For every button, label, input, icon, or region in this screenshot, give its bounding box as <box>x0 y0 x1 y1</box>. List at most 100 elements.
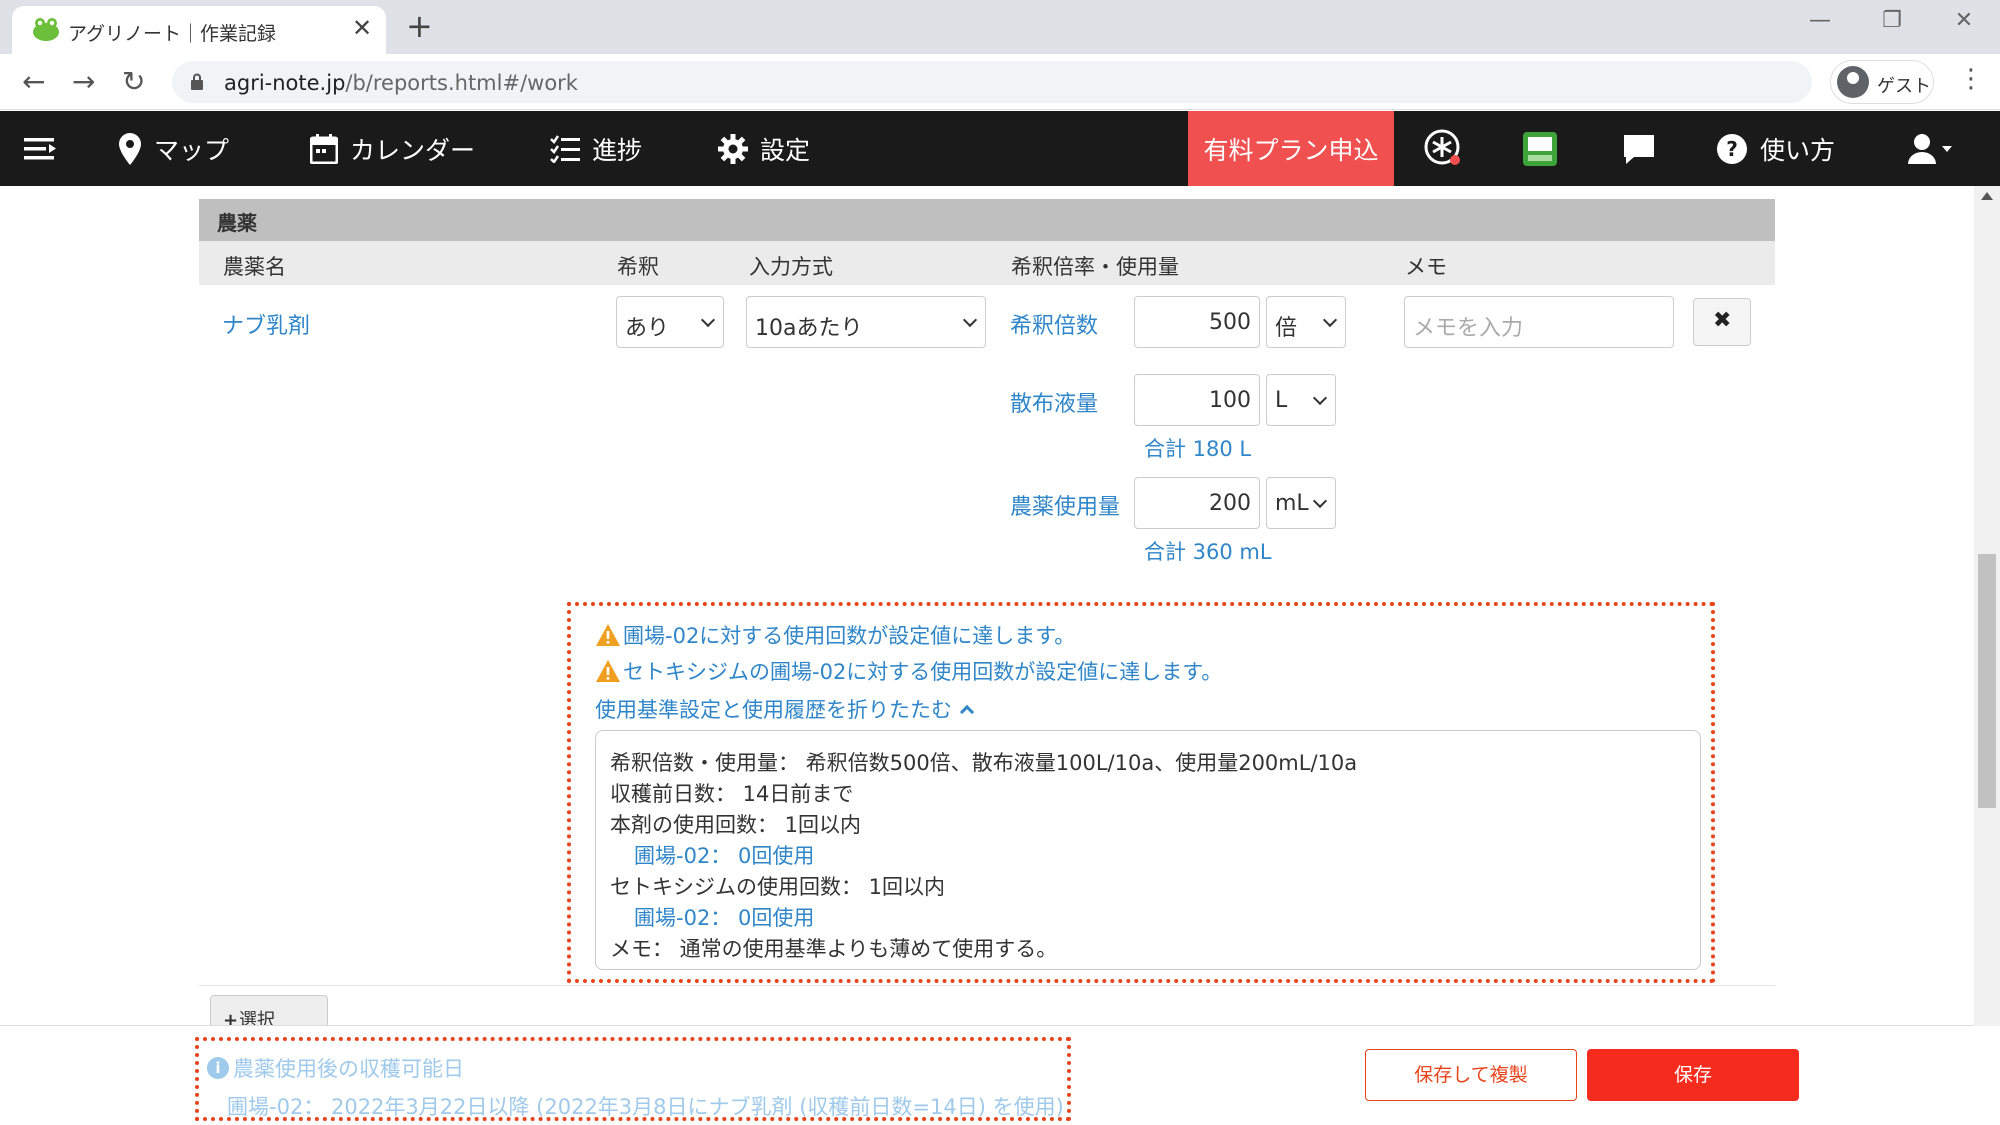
profile-label: ゲスト <box>1877 76 1931 97</box>
warning-icon <box>596 660 620 682</box>
harvest-title: i 農薬使用後の収穫可能日 <box>207 1053 464 1083</box>
tab-title: アグリノート｜作業記録 <box>68 23 277 45</box>
pesticide-amount-input[interactable]: 200 <box>1134 477 1260 529</box>
section-title: 農薬 <box>217 211 257 235</box>
url-text: agri-note.jp/b/reports.html#/work <box>224 71 578 95</box>
browser-tab[interactable]: アグリノート｜作業記録 ✕ <box>12 6 386 54</box>
harvest-date-panel: i 農薬使用後の収穫可能日 圃場-02： 2022年3月22日以降 (2022年… <box>195 1037 1071 1121</box>
add-row-area <box>199 985 1775 1025</box>
spray-volume-label: 散布液量 <box>1010 392 1099 417</box>
warning-message: 圃場-02に対する使用回数が設定値に達します。 <box>595 620 1075 650</box>
lock-icon <box>191 73 203 90</box>
help-button[interactable]: ? 使い方 <box>1716 111 1835 186</box>
plus-icon: + <box>223 1010 239 1025</box>
profile-button[interactable]: ゲスト <box>1830 60 1934 104</box>
browser-tabbar: アグリノート｜作業記録 ✕ + — ❐ ✕ <box>0 0 2000 54</box>
checklist-icon <box>550 134 580 163</box>
close-icon: ✖ <box>1713 308 1732 333</box>
help-label: 使い方 <box>1760 135 1836 165</box>
nav-calendar-label: カレンダー <box>350 135 476 165</box>
save-and-copy-button[interactable]: 保存して複製 <box>1365 1049 1577 1101</box>
chevron-down-icon <box>1322 312 1338 328</box>
memo-input[interactable]: メモを入力 <box>1404 296 1674 348</box>
dilution-select[interactable]: あり <box>616 296 724 348</box>
pesticide-book-icon <box>1523 131 1557 166</box>
info-line: メモ： 通常の使用基準よりも薄めて使用する。 <box>610 937 1058 961</box>
spray-volume-input[interactable]: 100 <box>1134 374 1260 426</box>
menu-toggle-button[interactable] <box>24 111 58 186</box>
nav-settings[interactable]: 設定 <box>718 111 810 186</box>
nav-calendar[interactable]: カレンダー <box>310 111 475 186</box>
gear-icon <box>718 133 748 164</box>
spray-total: 合計 180 L <box>1144 437 1252 461</box>
column-header-memo: メモ <box>1405 255 1447 279</box>
calendar-icon <box>310 133 338 164</box>
tab-close-icon[interactable]: ✕ <box>352 14 372 42</box>
save-button[interactable]: 保存 <box>1587 1049 1799 1101</box>
restore-icon[interactable]: ❐ <box>1872 8 1912 38</box>
info-line: 圃場-02： 0回使用 <box>634 906 815 930</box>
back-icon[interactable]: ← <box>22 64 45 100</box>
info-line: 希釈倍数・使用量： 希釈倍数500倍、散布液量100L/10a、使用量200mL… <box>610 751 1358 775</box>
chat-icon <box>1624 134 1654 164</box>
amount-total: 合計 360 mL <box>1144 540 1272 564</box>
pesticide-name-link[interactable]: ナブ乳剤 <box>222 308 310 340</box>
pesticide-section-header: 農薬 <box>199 199 1775 241</box>
window-close-icon[interactable]: ✕ <box>1944 8 1984 38</box>
page-scrollbar[interactable] <box>1974 186 2000 1026</box>
usage-warning-panel: 圃場-02に対する使用回数が設定値に達します。 セトキシジムの圃場-02に対する… <box>567 602 1715 983</box>
select-pesticide-button[interactable]: + 選択 <box>210 995 328 1025</box>
dilution-ratio-input[interactable]: 500 <box>1134 296 1260 348</box>
nav-map-label: マップ <box>154 135 230 165</box>
minimize-icon[interactable]: — <box>1800 8 1840 38</box>
info-line: 本剤の使用回数： 1回以内 <box>610 813 862 837</box>
menu-icon <box>24 137 56 159</box>
column-header-dilution: 希釈 <box>617 255 659 279</box>
chevron-down-icon <box>962 312 978 328</box>
notification-button[interactable] <box>1424 111 1464 186</box>
user-icon <box>1908 133 1952 164</box>
chevron-up-icon <box>959 704 975 720</box>
frog-favicon-icon <box>33 18 59 41</box>
column-header-input-mode: 入力方式 <box>749 255 833 279</box>
scroll-thumb[interactable] <box>1978 554 1996 808</box>
nav-progress[interactable]: 進捗 <box>550 111 642 186</box>
spray-unit-select[interactable]: L <box>1266 374 1336 426</box>
scroll-up-icon[interactable] <box>1981 192 1993 200</box>
harvest-date-line: 圃場-02： 2022年3月22日以降 (2022年3月8日にナブ乳剤 (収穫前… <box>227 1095 1064 1119</box>
warning-icon <box>596 624 620 646</box>
column-header-rate: 希釈倍率・使用量 <box>1011 255 1179 279</box>
info-line: セトキシジムの使用回数： 1回以内 <box>610 875 946 899</box>
info-icon: i <box>207 1057 229 1079</box>
map-pin-icon <box>119 132 141 165</box>
forward-icon[interactable]: → <box>72 64 95 100</box>
pesticide-search-button[interactable] <box>1522 111 1558 186</box>
user-menu-button[interactable] <box>1908 111 1954 186</box>
url-bar[interactable]: agri-note.jp/b/reports.html#/work <box>172 61 1812 103</box>
svg-text:?: ? <box>1726 137 1738 161</box>
dilution-ratio-label: 希釈倍数 <box>1010 314 1099 339</box>
collapse-history-link[interactable]: 使用基準設定と使用履歴を折りたたむ <box>595 694 975 724</box>
usage-standard-info: 希釈倍数・使用量： 希釈倍数500倍、散布液量100L/10a、使用量200mL… <box>595 730 1701 970</box>
amount-unit-select[interactable]: mL <box>1266 477 1336 529</box>
reload-icon[interactable]: ↻ <box>122 64 145 100</box>
chevron-down-icon <box>1312 493 1328 509</box>
browser-menu-icon[interactable]: ⋮ <box>1958 64 1984 94</box>
chevron-down-icon <box>1312 390 1328 406</box>
chat-button[interactable] <box>1622 111 1656 186</box>
nav-settings-label: 設定 <box>760 135 811 165</box>
pesticide-table-header: 農薬名 希釈 入力方式 希釈倍率・使用量 メモ <box>199 241 1775 285</box>
paid-plan-button[interactable]: 有料プラン申込 <box>1188 111 1394 186</box>
chevron-down-icon <box>700 312 716 328</box>
column-header-name: 農薬名 <box>223 255 286 279</box>
help-icon: ? <box>1717 133 1747 164</box>
nav-progress-label: 進捗 <box>592 135 643 165</box>
nav-map[interactable]: マップ <box>118 111 229 186</box>
app-header: マップ カレンダー 進捗 設定 有料プラン申込 ? 使い方 <box>0 111 2000 186</box>
new-tab-icon[interactable]: + <box>406 8 433 44</box>
profile-avatar-icon <box>1837 66 1869 98</box>
warning-message: セトキシジムの圃場-02に対する使用回数が設定値に達します。 <box>595 656 1222 686</box>
dilution-unit-select[interactable]: 倍 <box>1266 296 1346 348</box>
delete-row-button[interactable]: ✖ <box>1693 298 1751 346</box>
input-mode-select[interactable]: 10aあたり <box>746 296 986 348</box>
